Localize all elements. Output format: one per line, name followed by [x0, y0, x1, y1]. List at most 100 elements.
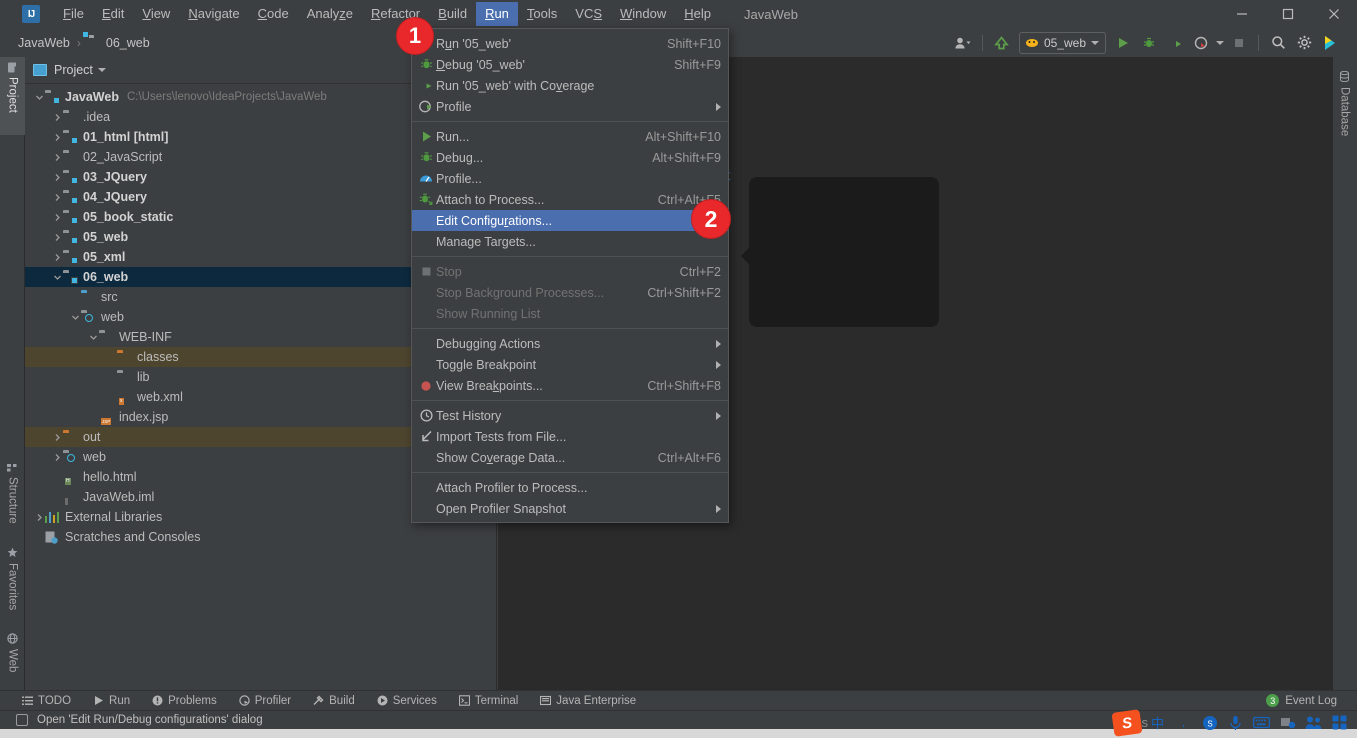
run-configuration-selector[interactable]: 05_web	[1018, 31, 1106, 54]
event-log-button[interactable]: 3 Event Log	[1266, 694, 1337, 707]
sidebar-item-favorites[interactable]: Favorites	[0, 541, 25, 623]
menu-code[interactable]: Code	[249, 2, 298, 26]
chevron-right-icon[interactable]	[51, 187, 63, 207]
ime-tray[interactable]: https S 中 , S	[1077, 707, 1357, 738]
bottom-item-build[interactable]: Build	[313, 695, 355, 707]
user-avatar-icon[interactable]	[950, 31, 976, 55]
chevron-right-icon[interactable]	[51, 167, 63, 187]
menu-item-view-breakpoints[interactable]: View Breakpoints... Ctrl+Shift+F8	[412, 375, 728, 396]
menu-help[interactable]: Help	[675, 2, 720, 26]
maximize-icon[interactable]	[1265, 0, 1311, 28]
update-project-icon[interactable]	[989, 31, 1015, 55]
bottom-item-services[interactable]: Services	[377, 695, 437, 707]
chevron-right-icon[interactable]	[33, 507, 45, 527]
bottom-item-java-enterprise[interactable]: Java Enterprise	[540, 695, 636, 707]
run-icon[interactable]	[1110, 31, 1136, 55]
menu-analyze[interactable]: Analyze	[298, 2, 362, 26]
sogou-logo-icon[interactable]: S	[1111, 708, 1143, 737]
menu-edit[interactable]: Edit	[93, 2, 133, 26]
menu-tools[interactable]: Tools	[518, 2, 566, 26]
menu-navigate[interactable]: Navigate	[179, 2, 248, 26]
menu-build[interactable]: Build	[429, 2, 476, 26]
profile-meter-icon	[416, 171, 436, 187]
chevron-right-icon[interactable]	[51, 107, 63, 127]
menu-vcs[interactable]: VCS	[566, 2, 611, 26]
menu-item-manage-targets[interactable]: Manage Targets...	[412, 231, 728, 252]
tree-row[interactable]: Scratches and Consoles	[25, 527, 496, 547]
ime-globe-icon[interactable]: S	[1200, 713, 1219, 732]
bottom-item-problems[interactable]: Problems	[152, 695, 217, 707]
toolbar-actions[interactable]: 05_web	[950, 28, 1343, 57]
chevron-down-icon[interactable]	[51, 267, 63, 287]
chevron-right-icon[interactable]	[51, 207, 63, 227]
minimize-icon[interactable]	[1219, 0, 1265, 28]
menu-item-run[interactable]: Run... Alt+Shift+F10	[412, 126, 728, 147]
chevron-right-icon[interactable]	[51, 247, 63, 267]
close-icon[interactable]	[1311, 0, 1357, 28]
search-everywhere-icon[interactable]	[1265, 31, 1291, 55]
ime-chinese-icon[interactable]: 中	[1148, 713, 1167, 732]
sidebar-item-project[interactable]: Project	[0, 57, 25, 135]
menu-file[interactable]: File	[54, 2, 93, 26]
menu-window[interactable]: Window	[611, 2, 675, 26]
bottom-item-terminal[interactable]: Terminal	[458, 695, 518, 707]
run-menu-dropdown[interactable]: Run '05_web' Shift+F10 Debug '05_web' Shift…	[411, 28, 729, 523]
breadcrumb-item-project[interactable]: JavaWeb	[18, 36, 70, 50]
menu-item-profile[interactable]: Profile	[412, 96, 728, 117]
breadcrumb[interactable]: JavaWeb › 06_web	[18, 36, 150, 50]
sogou-user-icon[interactable]	[1304, 713, 1323, 732]
bottom-item-run[interactable]: Run	[93, 695, 130, 707]
run-with-coverage-icon[interactable]	[1162, 31, 1188, 55]
chevron-right-icon[interactable]	[51, 427, 63, 447]
window-controls[interactable]	[1219, 0, 1357, 28]
menu-item-debugging-actions[interactable]: Debugging Actions	[412, 333, 728, 354]
ime-toolbox-icon[interactable]	[1278, 713, 1297, 732]
chevron-right-icon[interactable]	[51, 227, 63, 247]
chevron-right-icon[interactable]	[51, 147, 63, 167]
menu-item-run-05-web-with-coverage[interactable]: Run '05_web' with Coverage	[412, 75, 728, 96]
settings-gear-icon[interactable]	[1291, 31, 1317, 55]
keyboard-icon[interactable]	[1252, 713, 1271, 732]
debug-icon[interactable]	[1136, 31, 1162, 55]
stop-icon[interactable]	[1226, 31, 1252, 55]
menu-item-attach-to-process[interactable]: Attach to Process... Ctrl+Alt+F5	[412, 189, 728, 210]
module-folder-icon	[63, 231, 78, 244]
chevron-right-icon[interactable]	[51, 447, 63, 467]
chevron-down-icon[interactable]	[87, 327, 99, 347]
menu-item-debug-05-web[interactable]: Debug '05_web' Shift+F9	[412, 54, 728, 75]
menu-item-run-05-web[interactable]: Run '05_web' Shift+F10	[412, 33, 728, 54]
chevron-down-icon[interactable]	[1091, 40, 1099, 45]
microphone-icon[interactable]	[1226, 713, 1245, 732]
chevron-down-icon[interactable]	[33, 87, 45, 107]
apps-grid-icon[interactable]	[1330, 713, 1349, 732]
menu-item-import-tests-from-file[interactable]: Import Tests from File...	[412, 426, 728, 447]
sidebar-item-database[interactable]: Database	[1332, 65, 1357, 136]
bottom-item-todo[interactable]: TODO	[22, 695, 71, 707]
project-window-icon	[33, 64, 47, 76]
menu-item-attach-profiler-to-process[interactable]: Attach Profiler to Process...	[412, 477, 728, 498]
menu-bar[interactable]: File Edit View Navigate Code Analyze Ref…	[54, 0, 720, 28]
menu-item-profile[interactable]: Profile...	[412, 168, 728, 189]
sidebar-item-web[interactable]: Web	[0, 627, 25, 689]
menu-view[interactable]: View	[133, 2, 179, 26]
submenu-arrow-icon	[716, 411, 721, 420]
menu-item-label: View Breakpoints...	[436, 378, 543, 393]
menu-item-test-history[interactable]: Test History	[412, 405, 728, 426]
profile-icon[interactable]	[1188, 31, 1214, 55]
breadcrumb-item-module[interactable]: 06_web	[106, 36, 150, 50]
profile-dropdown-icon[interactable]	[1214, 31, 1226, 55]
menu-run[interactable]: Run	[476, 2, 518, 26]
bottom-item-profiler[interactable]: Profiler	[239, 695, 291, 707]
menu-item-toggle-breakpoint[interactable]: Toggle Breakpoint	[412, 354, 728, 375]
menu-item-debug[interactable]: Debug... Alt+Shift+F9	[412, 147, 728, 168]
ide-assistant-icon[interactable]	[1317, 31, 1343, 55]
menu-item-show-coverage-data[interactable]: Show Coverage Data... Ctrl+Alt+F6	[412, 447, 728, 468]
project-view-chevron-down-icon[interactable]	[97, 68, 106, 72]
menu-item-label: Debug...	[436, 150, 484, 165]
menu-item-open-profiler-snapshot[interactable]: Open Profiler Snapshot	[412, 498, 728, 519]
chevron-down-icon[interactable]	[69, 307, 81, 327]
sidebar-item-structure[interactable]: Structure	[0, 457, 25, 537]
menu-item-edit-configurations[interactable]: Edit Configurations...	[412, 210, 728, 231]
chevron-right-icon[interactable]	[51, 127, 63, 147]
ime-punctuation-icon[interactable]: ,	[1174, 713, 1193, 732]
